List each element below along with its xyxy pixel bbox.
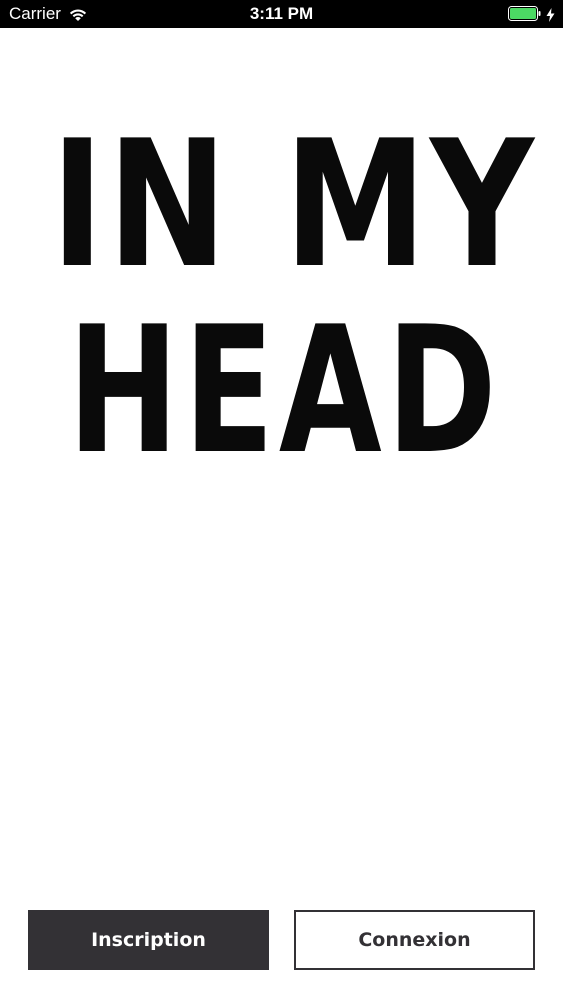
battery-icon xyxy=(508,6,542,21)
inscription-button[interactable]: Inscription xyxy=(28,910,269,970)
app-logo: IN MY HEAD xyxy=(0,104,563,493)
logo-line-2: HEAD xyxy=(67,290,502,493)
charging-bolt-icon xyxy=(546,7,555,22)
status-time: 3:11 PM xyxy=(249,4,314,23)
connexion-button[interactable]: Connexion xyxy=(294,910,535,970)
logo-line-1: IN MY xyxy=(50,104,538,307)
status-bar: Carrier 3:11 PM xyxy=(0,0,563,28)
status-right xyxy=(508,6,555,22)
